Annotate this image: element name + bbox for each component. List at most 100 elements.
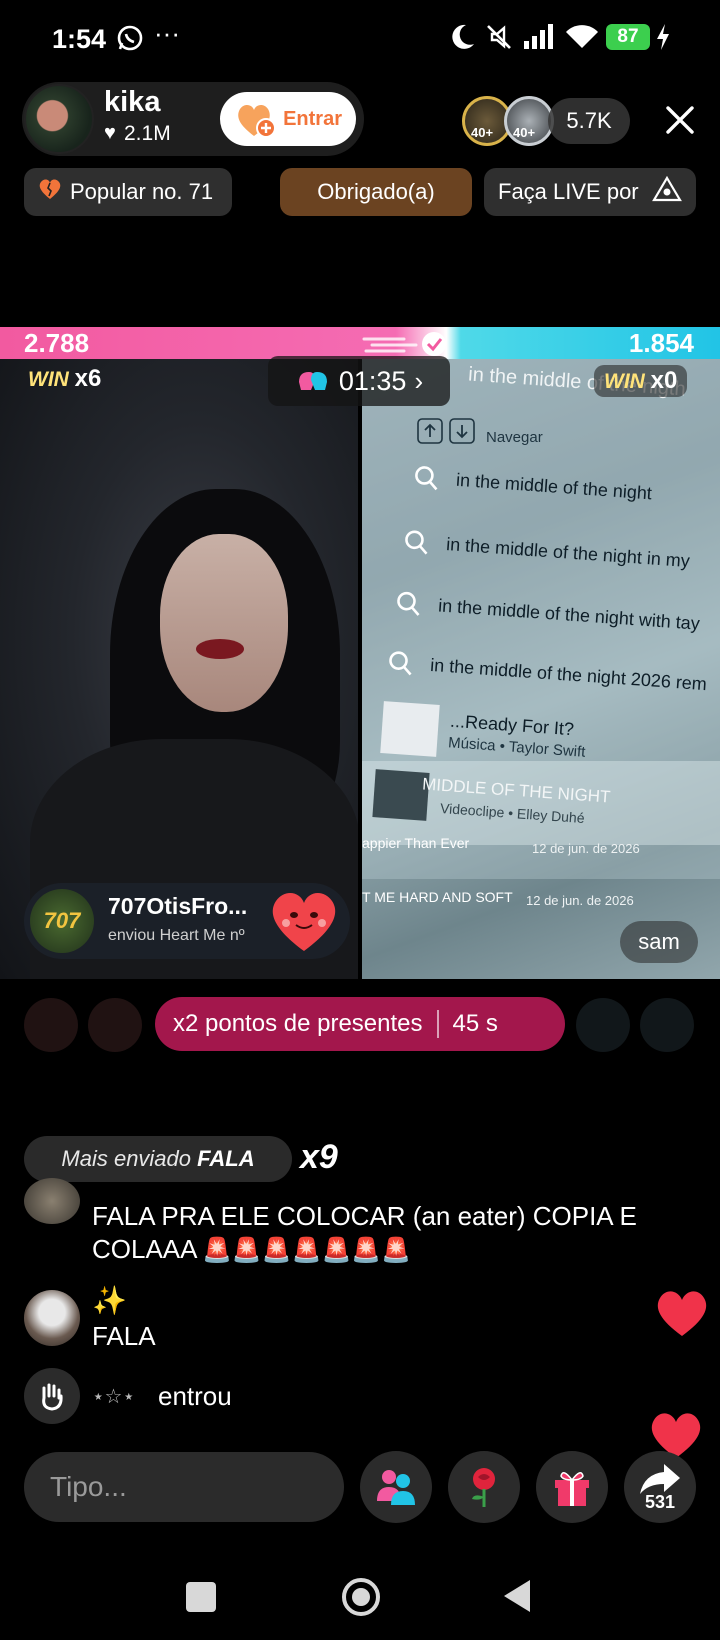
- list-item: appier Than Ever: [362, 835, 470, 851]
- right-win-counter: WIN x0: [594, 365, 688, 397]
- join-stars: ⋆☆⋆: [92, 1386, 135, 1408]
- back-icon[interactable]: [502, 1578, 532, 1614]
- rose-gift-button[interactable]: [448, 1451, 520, 1523]
- list-item: T ME HARD AND SOFT: [362, 889, 513, 905]
- charging-icon: [656, 24, 670, 55]
- search-icon: [397, 591, 420, 616]
- result-thumbnail: [380, 701, 440, 757]
- siren-icons: 🚨🚨🚨🚨🚨🚨🚨: [201, 1237, 412, 1264]
- most-sent-word: FALA: [197, 1146, 255, 1171]
- battle-gloves-icon: [298, 372, 327, 390]
- search-icon: [405, 530, 428, 555]
- thanks-label: Obrigado(a): [317, 179, 435, 204]
- signal-icon: [522, 24, 556, 55]
- chat-avatar[interactable]: [24, 1178, 80, 1224]
- wave-avatar: [24, 1368, 80, 1424]
- popular-ranking-label: Popular no. 71: [70, 179, 214, 204]
- viewer-badge: 40+: [471, 125, 494, 140]
- gifter-name: 707OtisFro...: [108, 893, 248, 919]
- chat-avatar[interactable]: [24, 1290, 80, 1346]
- thanks-pill[interactable]: Obrigado(a): [280, 168, 472, 216]
- gift-button[interactable]: [536, 1451, 608, 1523]
- chat-message-text: FALA: [92, 1321, 156, 1351]
- most-sent-tag: Mais enviado FALA: [24, 1136, 292, 1182]
- sparkle-icon: ✨: [92, 1285, 127, 1316]
- right-score: 1.854: [628, 328, 694, 358]
- opponent-name-tag[interactable]: sam: [620, 921, 698, 963]
- share-button[interactable]: 531: [624, 1451, 696, 1523]
- join-message: entrou: [158, 1381, 232, 1411]
- whatsapp-icon: [116, 24, 144, 52]
- list-item-date: 12 de jun. de 2026: [532, 841, 640, 856]
- most-sent-multiplier: x9: [300, 1138, 338, 1176]
- chat-message: FALA PRA ELE COLOCAR (an eater) COPIA E …: [92, 1200, 692, 1266]
- left-supporter-avatar[interactable]: [24, 998, 78, 1052]
- comment-placeholder: Tipo...: [50, 1471, 127, 1502]
- host-likes: 2.1M: [124, 122, 171, 145]
- chevron-right-icon: ›: [414, 365, 424, 396]
- right-supporter-avatar[interactable]: [576, 998, 630, 1052]
- follow-button[interactable]: Entrar: [220, 92, 356, 146]
- left-win-counter: WIN x6: [28, 365, 102, 392]
- wifi-icon: [564, 24, 600, 55]
- heart-me-gift-icon: [266, 885, 342, 960]
- boost-label: x2 pontos de presentes: [173, 1010, 423, 1037]
- battery-icon: 87: [606, 24, 650, 50]
- rose-icon: [472, 1468, 495, 1507]
- lips-shape: [196, 639, 244, 659]
- host-name: kika: [104, 86, 161, 118]
- search-icon: [389, 651, 412, 676]
- multi-guest-icon: [377, 1470, 415, 1505]
- boost-countdown: 45 s: [452, 1010, 498, 1037]
- host-profile-card[interactable]: kika ♥ 2.1M Entrar: [22, 82, 364, 156]
- eye-triangle-icon: [652, 175, 682, 208]
- recents-button[interactable]: [186, 1582, 216, 1612]
- follow-label: Entrar: [283, 107, 342, 130]
- gift-notification[interactable]: 707 707OtisFro... enviou Heart Me nº: [24, 883, 350, 959]
- gifter-avatar: 707: [30, 889, 94, 953]
- heart-icon: ♥: [104, 122, 116, 144]
- guests-button[interactable]: [360, 1451, 432, 1523]
- home-button[interactable]: [342, 1578, 380, 1616]
- close-icon: [666, 106, 694, 134]
- left-supporter-avatar[interactable]: [88, 998, 142, 1052]
- go-live-label: Faça LIVE por: [498, 179, 639, 204]
- viewer-count[interactable]: 5.7K: [548, 98, 630, 144]
- gift-icon: [555, 1472, 589, 1506]
- moon-icon: [448, 22, 476, 57]
- viewer-badge: 40+: [513, 125, 536, 140]
- home-dot: [352, 1588, 370, 1606]
- top-viewer-2[interactable]: 40+: [504, 96, 554, 146]
- right-supporter-avatar[interactable]: [640, 998, 694, 1052]
- opponent-video-feed[interactable]: in the middle of the nigth Navegar in th…: [362, 359, 720, 979]
- status-time: 1:54: [52, 24, 107, 54]
- list-item-date: 12 de jun. de 2026: [526, 893, 634, 908]
- host-avatar[interactable]: [24, 84, 94, 154]
- nav-arrows-icon: [416, 417, 480, 452]
- battle-timer[interactable]: 01:35 ›: [268, 356, 450, 406]
- nav-label: Navegar: [486, 429, 543, 446]
- popular-ranking-pill[interactable]: Popular no. 71: [24, 168, 232, 216]
- video-thumbnail: [372, 769, 430, 821]
- floating-heart-icon: [654, 1288, 710, 1343]
- share-count: 531: [644, 1491, 676, 1512]
- search-icon: [415, 466, 438, 491]
- timer-label: 01:35: [338, 365, 407, 396]
- face-shape: [160, 534, 288, 712]
- system-navigation-bar: [0, 1540, 720, 1640]
- share-arrow-icon: [640, 1463, 680, 1494]
- mute-icon: [484, 22, 514, 57]
- broken-heart-icon: [38, 178, 62, 206]
- heart-plus-icon: [234, 100, 278, 146]
- waving-hand-icon: [42, 1383, 63, 1411]
- more-notifications-icon: ···: [154, 18, 180, 48]
- go-live-pill[interactable]: Faça LIVE por: [484, 168, 696, 216]
- gift-message: enviou Heart Me nº: [108, 927, 245, 944]
- close-button[interactable]: [660, 100, 700, 145]
- gift-points-boost-banner[interactable]: x2 pontos de presentes 45 s: [155, 997, 565, 1051]
- battle-score-bar: [0, 327, 720, 359]
- status-bar: 1:54 ··· 87: [0, 0, 720, 80]
- boost-divider: [436, 1010, 439, 1038]
- left-score: 2.788: [24, 328, 90, 358]
- comment-input[interactable]: Tipo...: [24, 1452, 344, 1522]
